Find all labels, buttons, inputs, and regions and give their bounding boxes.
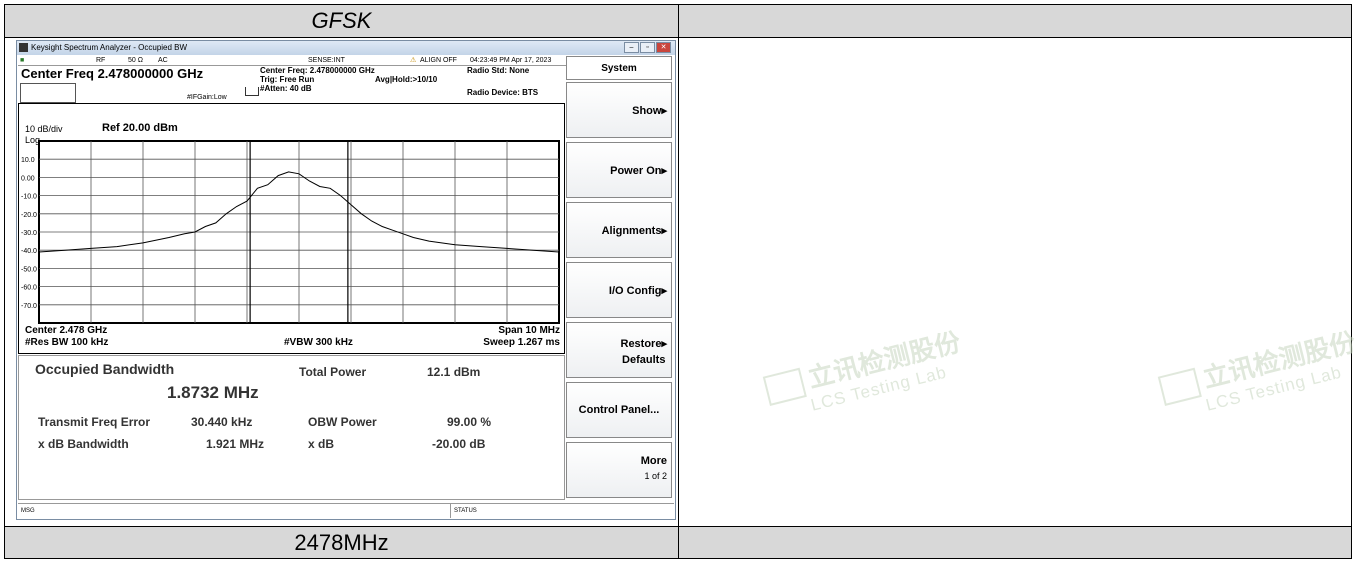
y-tick-label: 10.0 [21,157,35,164]
app-icon [19,43,28,52]
obw-value: 1.8732 MHz [167,383,259,402]
tx-freq-error-label: Transmit Freq Error [38,415,151,429]
avg-hold: Avg|Hold:>10/10 [375,75,438,84]
more-softkey[interactable]: More 1 of 2 [566,442,672,498]
show-softkey[interactable]: Show▸ [566,82,672,138]
table-divider [5,37,1351,38]
meas-params: Center Freq: 2.478000000 GHz Trig: Free … [260,66,375,93]
xdb-bandwidth-value: 1.921 MHz [206,437,265,451]
header-cell-right [679,5,1351,37]
xdb-bandwidth-label: x dB Bandwidth [38,437,129,451]
impedance-indicator: 50 Ω [128,57,143,64]
obw-power-value: 99.00 % [447,415,492,429]
obw-power-label: OBW Power [308,415,377,429]
arrow-right-icon: ▸ [661,225,667,237]
status-divider [450,504,451,518]
span-readout: Span 10 MHz [498,325,560,336]
lcs-logo-icon [1157,367,1202,407]
vbw-readout: #VBW 300 kHz [284,337,353,348]
spectrum-graph: 10 dB/div Ref 20.00 dBm Log 10.0 0.00 -10.… [18,103,565,354]
lxi-icon: ■ [20,57,25,64]
radio-std: Radio Std: None [467,66,530,75]
table-divider [678,5,679,558]
channel-frequency: 2478MHz [294,530,389,555]
radio-device: Radio Device: BTS [467,88,539,97]
alignments-softkey[interactable]: Alignments▸ [566,202,672,258]
arrow-right-icon: ▸ [661,338,667,350]
obw-title: Occupied Bandwidth [35,361,175,377]
power-on-softkey[interactable]: Power On▸ [566,142,672,198]
results-panel: Occupied Bandwidth 1.8732 MHz Total Powe… [18,355,565,500]
warning-icon: ⚠ [410,57,417,64]
close-icon[interactable]: ✕ [656,42,671,53]
control-panel-softkey[interactable]: Control Panel... [566,382,672,438]
modulation-title: GFSK [311,8,372,33]
xdb-label: x dB [308,437,335,451]
y-tick-label: -10.0 [21,194,37,201]
y-tick-label: -20.0 [21,212,37,219]
arrow-right-icon: ▸ [661,285,667,297]
trigger-icon [245,87,259,96]
sweep-readout: Sweep 1.267 ms [483,337,560,348]
total-power-label: Total Power [299,365,367,379]
rf-indicator: RF [96,57,106,64]
entry-field[interactable] [20,83,76,103]
sense-indicator: SENSE:INT [308,57,345,64]
softkey-menu: System Show▸ Power On▸ Alignments▸ I/O C… [566,56,674,502]
msg-label: MSG [21,508,35,514]
message-bar: MSG STATUS [18,503,674,518]
y-tick-label: 0.00 [21,175,35,182]
footer-cell-right [679,527,1351,558]
align-indicator: ALIGN OFF [420,57,457,64]
coupling-indicator: AC [158,57,168,64]
arrow-right-icon: ▸ [661,105,667,117]
center-readout: Center 2.478 GHz [25,325,108,336]
total-power-value: 12.1 dBm [427,365,481,379]
if-gain: #IFGain:Low [187,94,227,101]
y-tick-label: -50.0 [21,266,37,273]
minimize-icon[interactable]: – [624,42,639,53]
restore-icon[interactable]: ▫ [640,42,655,53]
spectrum-plot: 10.0 0.00 -10.0 -20.0 -30.0 -40.0 -50.0 -60.0 -7… [21,140,560,324]
y-tick-label: -70.0 [21,303,37,310]
tx-freq-error-value: 30.440 kHz [191,415,253,429]
window-titlebar: Keysight Spectrum Analyzer - Occupied BW… [17,41,675,55]
y-tick-label: -30.0 [21,230,37,237]
io-config-softkey[interactable]: I/O Config▸ [566,262,672,318]
window-title: Keysight Spectrum Analyzer - Occupied BW [31,43,188,52]
center-freq-readout: Center Freq 2.478000000 GHz [21,66,204,81]
status-label: STATUS [454,508,477,514]
y-tick-label: -40.0 [21,248,37,255]
restore-defaults-softkey[interactable]: Restore▸ Defaults [566,322,672,378]
status-row: ■ RF 50 Ω AC SENSE:INT ⚠ ALIGN OFF 04:23… [18,56,566,66]
lcs-logo-icon [762,367,807,407]
menu-title: System [566,56,672,80]
xdb-value: -20.00 dB [432,437,486,451]
datetime: 04:23:49 PM Apr 17, 2023 [470,57,552,64]
arrow-right-icon: ▸ [661,165,667,177]
y-tick-label: -60.0 [21,285,37,292]
spectrum-analyzer-window: Keysight Spectrum Analyzer - Occupied BW… [16,40,676,520]
res-bw-readout: #Res BW 100 kHz [25,337,109,348]
